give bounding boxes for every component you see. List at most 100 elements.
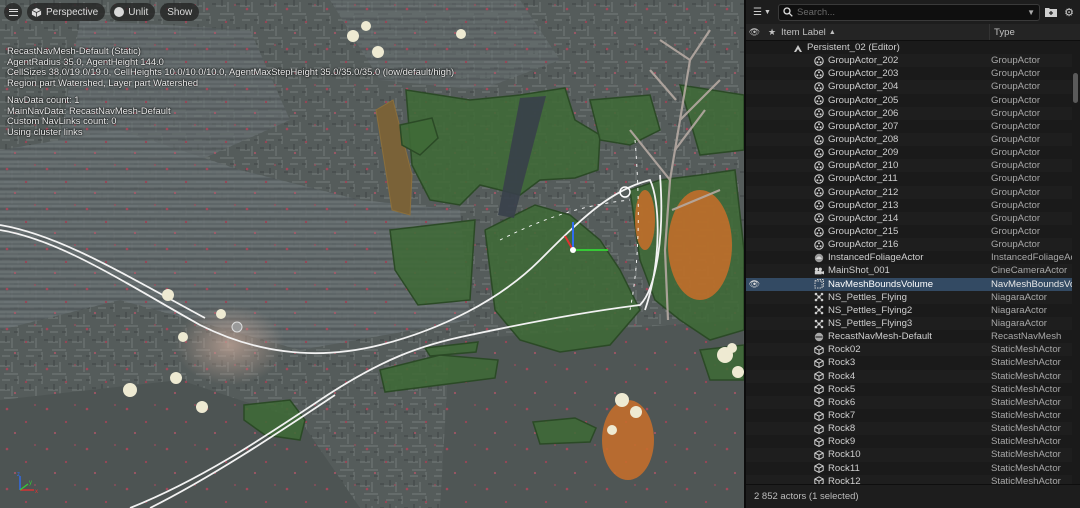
item-label-cell: GroupActor_202 xyxy=(763,55,987,66)
outliner-row[interactable]: GroupActor_212 GroupActor xyxy=(746,185,1072,199)
foliage-actor-icon xyxy=(814,253,824,263)
outliner-row[interactable]: InstancedFoliageActor InstancedFoliageAct… xyxy=(746,251,1072,264)
outliner-row[interactable]: MainShot_001 CineCameraActor xyxy=(746,264,1072,278)
view-mode-button[interactable]: Unlit xyxy=(110,3,156,21)
item-type: StaticMeshActor xyxy=(991,436,1061,448)
outliner-row[interactable]: Persistent_02 (Editor) xyxy=(746,41,1072,54)
outliner-row[interactable]: NS_Pettles_Flying2 NiagaraActor xyxy=(746,304,1072,317)
filter-button[interactable]: ☰ ▼ xyxy=(750,3,774,21)
outliner-row[interactable]: Rock6 StaticMeshActor xyxy=(746,395,1072,409)
outliner-row[interactable]: GroupActor_208 GroupActor xyxy=(746,132,1072,147)
eye-icon: 👁 xyxy=(748,26,761,37)
type-column-header[interactable]: Type xyxy=(989,24,1080,40)
visibility-column-header[interactable]: 👁 xyxy=(746,27,763,38)
item-type: GroupActor xyxy=(991,160,1041,172)
item-label-cell: Rock9 xyxy=(763,436,987,447)
group-actor-icon xyxy=(814,108,824,119)
scrollbar-thumb[interactable] xyxy=(1073,73,1078,103)
item-label: Rock4 xyxy=(828,370,856,382)
search-icon xyxy=(783,7,793,17)
item-label-cell: Rock6 xyxy=(763,397,987,408)
outliner-row[interactable]: Rock12 StaticMeshActor xyxy=(746,474,1072,484)
item-label: GroupActor_211 xyxy=(828,173,898,185)
outliner-row[interactable]: Rock02 StaticMeshActor xyxy=(746,343,1072,357)
outliner-row[interactable]: Rock4 StaticMeshActor xyxy=(746,369,1072,383)
item-label-cell: GroupActor_203 xyxy=(763,68,987,79)
favorite-column-header[interactable]: ★ xyxy=(763,27,781,38)
outliner-row[interactable]: GroupActor_205 GroupActor xyxy=(746,94,1072,107)
static-mesh-icon xyxy=(814,423,824,434)
outliner-scrollbar[interactable] xyxy=(1073,41,1078,484)
item-type: StaticMeshActor xyxy=(991,475,1061,484)
search-box[interactable]: ▼ xyxy=(778,3,1040,21)
outliner-row[interactable]: GroupActor_207 GroupActor xyxy=(746,120,1072,133)
perspective-button[interactable]: Perspective xyxy=(27,3,106,21)
search-input[interactable] xyxy=(797,6,1024,18)
stats-line: Region part Watershed, Layer part Waters… xyxy=(7,76,199,88)
item-type: GroupActor xyxy=(991,120,1041,132)
item-label: NS_Pettles_Flying2 xyxy=(828,304,913,316)
outliner-row[interactable]: Rock7 StaticMeshActor xyxy=(746,409,1072,422)
outliner-row[interactable]: GroupActor_213 GroupActor xyxy=(746,199,1072,212)
show-button[interactable]: Show xyxy=(160,3,200,21)
outliner-row[interactable]: GroupActor_211 GroupActor xyxy=(746,172,1072,185)
navdata-stats-text: NavData count: 1 MainNavData: RecastNavM… xyxy=(7,94,171,137)
item-label-column-header[interactable]: Item Label ▲ xyxy=(781,27,989,38)
item-label-cell: Rock12 xyxy=(763,476,987,484)
outliner-row[interactable]: GroupActor_214 GroupActor xyxy=(746,211,1072,225)
item-label: Rock9 xyxy=(828,436,856,448)
item-label: GroupActor_210 xyxy=(828,160,899,172)
item-label: NS_Pettles_Flying xyxy=(828,291,907,303)
outliner-row[interactable]: NS_Pettles_Flying3 NiagaraActor xyxy=(746,316,1072,331)
outliner-row[interactable]: GroupActor_209 GroupActor xyxy=(746,146,1072,159)
cube-icon xyxy=(31,7,42,17)
outliner-row[interactable]: 👁 NavMeshBoundsVolume NavMeshBoundsVolume xyxy=(746,277,1072,291)
viewport-menu-button[interactable] xyxy=(4,3,22,21)
visibility-toggle[interactable]: 👁 xyxy=(746,279,763,290)
item-type: NavMeshBoundsVolume xyxy=(991,278,1072,290)
outliner-row[interactable]: GroupActor_203 GroupActor xyxy=(746,67,1072,80)
outliner-row[interactable]: Rock9 StaticMeshActor xyxy=(746,435,1072,448)
item-type: StaticMeshActor xyxy=(991,370,1061,382)
group-actor-icon xyxy=(814,82,824,92)
item-label-cell: GroupActor_214 xyxy=(763,213,987,224)
item-type: GroupActor xyxy=(991,134,1041,146)
outliner-row[interactable]: Rock11 StaticMeshActor xyxy=(746,462,1072,475)
item-type: GroupActor xyxy=(991,212,1041,224)
static-mesh-icon xyxy=(814,437,824,447)
item-type: RecastNavMesh xyxy=(991,331,1062,343)
item-type: StaticMeshActor xyxy=(991,344,1061,356)
item-label-header-text: Item Label xyxy=(781,26,826,38)
item-label-cell: GroupActor_204 xyxy=(763,81,987,92)
stats-line: Using cluster links xyxy=(7,125,83,137)
outliner-row[interactable]: GroupActor_216 GroupActor xyxy=(746,238,1072,252)
outliner-row[interactable]: NS_Pettles_Flying NiagaraActor xyxy=(746,290,1072,304)
show-label: Show xyxy=(167,6,193,18)
item-label: GroupActor_213 xyxy=(828,199,899,211)
item-label: GroupActor_214 xyxy=(828,212,899,224)
folder-add-icon xyxy=(1045,8,1057,17)
hamburger-icon xyxy=(8,8,18,16)
outliner-row[interactable]: GroupActor_206 GroupActor xyxy=(746,106,1072,120)
outliner-row[interactable]: GroupActor_215 GroupActor xyxy=(746,225,1072,238)
item-label: Rock12 xyxy=(828,475,861,484)
group-actor-icon xyxy=(814,121,824,132)
outliner-row[interactable]: Rock10 StaticMeshActor xyxy=(746,448,1072,462)
outliner-row[interactable]: RecastNavMesh-Default RecastNavMesh xyxy=(746,330,1072,343)
item-label: GroupActor_202 xyxy=(828,55,899,67)
outliner-row[interactable]: Rock3 StaticMeshActor xyxy=(746,356,1072,369)
group-actor-icon xyxy=(814,69,824,79)
level-viewport[interactable]: Perspective Unlit Show RecastNavMesh-Def… xyxy=(0,0,744,508)
group-actor-icon xyxy=(814,95,824,105)
add-folder-button[interactable] xyxy=(1044,5,1058,19)
item-type: GroupActor xyxy=(991,94,1041,106)
search-dropdown-icon[interactable]: ▼ xyxy=(1027,8,1035,17)
outliner-row[interactable]: Rock5 StaticMeshActor xyxy=(746,383,1072,396)
outliner-row[interactable]: Rock8 StaticMeshActor xyxy=(746,422,1072,436)
outliner-row[interactable]: GroupActor_202 GroupActor xyxy=(746,54,1072,68)
perspective-label: Perspective xyxy=(46,6,99,18)
outliner-row[interactable]: GroupActor_204 GroupActor xyxy=(746,80,1072,94)
item-label-cell: GroupActor_206 xyxy=(763,108,987,119)
settings-button[interactable]: ⚙ xyxy=(1062,5,1076,19)
outliner-row[interactable]: GroupActor_210 GroupActor xyxy=(746,159,1072,173)
